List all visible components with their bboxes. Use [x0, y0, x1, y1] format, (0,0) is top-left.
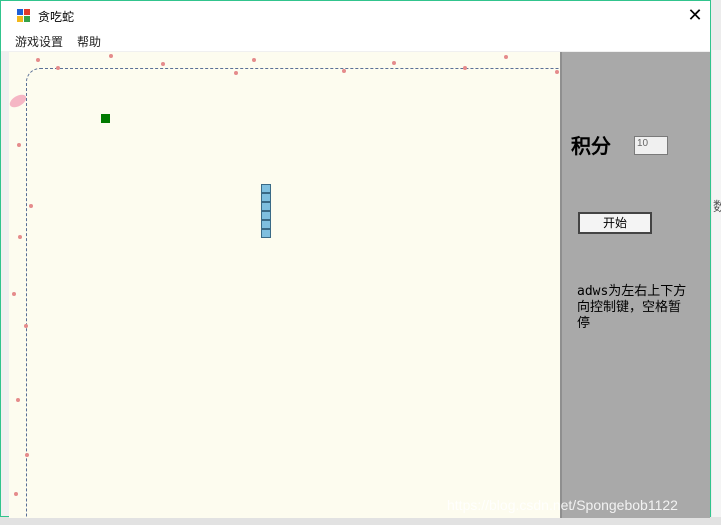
- snake-segment: [261, 202, 271, 211]
- decorative-dot: [342, 69, 346, 73]
- decorative-dot: [12, 292, 16, 296]
- side-panel: 积分 10 开始 adws为左右上下方向控制键，空格暂停: [562, 52, 710, 518]
- background-window-edge: [712, 50, 721, 525]
- decorative-dot: [24, 324, 28, 328]
- snake-segment: [261, 184, 271, 193]
- background-window-bottom: [0, 517, 721, 525]
- decorative-dot: [29, 204, 33, 208]
- score-field: 10: [634, 136, 668, 155]
- decorative-dot: [16, 398, 20, 402]
- app-icon: [17, 9, 31, 23]
- decorative-dot: [25, 453, 29, 457]
- snake-game-window: 贪吃蛇 ✕ 游戏设置 帮助 积分 10 开始 adws为左右上下方向控制键，空格…: [0, 0, 711, 518]
- close-button[interactable]: ✕: [680, 1, 710, 31]
- decorative-dot: [252, 58, 256, 62]
- menu-help[interactable]: 帮助: [77, 33, 101, 50]
- background-text-fragment: 数: [713, 200, 721, 215]
- snake-segment: [261, 220, 271, 229]
- decorative-dot: [17, 143, 21, 147]
- decorative-dot: [392, 61, 396, 65]
- decorative-dot: [234, 71, 238, 75]
- decorative-dot: [109, 54, 113, 58]
- food-pellet: [101, 114, 110, 123]
- snake-segment: [261, 193, 271, 202]
- menu-bar: 游戏设置 帮助: [1, 31, 710, 51]
- game-board[interactable]: [9, 52, 562, 518]
- menu-game-settings[interactable]: 游戏设置: [15, 33, 63, 50]
- watermark: https://blog.csdn.net/Spongebob1122: [447, 497, 678, 513]
- decorative-dot: [14, 492, 18, 496]
- score-label: 积分: [571, 134, 611, 158]
- window-title: 贪吃蛇: [38, 10, 75, 24]
- game-board-border: [26, 68, 560, 518]
- title-bar: 贪吃蛇 ✕: [1, 1, 710, 31]
- decorative-dot: [18, 235, 22, 239]
- snake-segment: [261, 229, 271, 238]
- decorative-dot: [36, 58, 40, 62]
- controls-help-text: adws为左右上下方向控制键，空格暂停: [577, 284, 687, 331]
- start-button[interactable]: 开始: [578, 212, 652, 234]
- close-icon: ✕: [687, 5, 703, 26]
- decorative-dot: [555, 70, 559, 74]
- decorative-dot: [161, 62, 165, 66]
- screen: 显 家 数 贪吃蛇 ✕ 游戏设置 帮助: [0, 0, 721, 525]
- decorative-dot: [56, 66, 60, 70]
- decorative-dot: [504, 55, 508, 59]
- decorative-dot: [463, 66, 467, 70]
- snake-segment: [261, 211, 271, 220]
